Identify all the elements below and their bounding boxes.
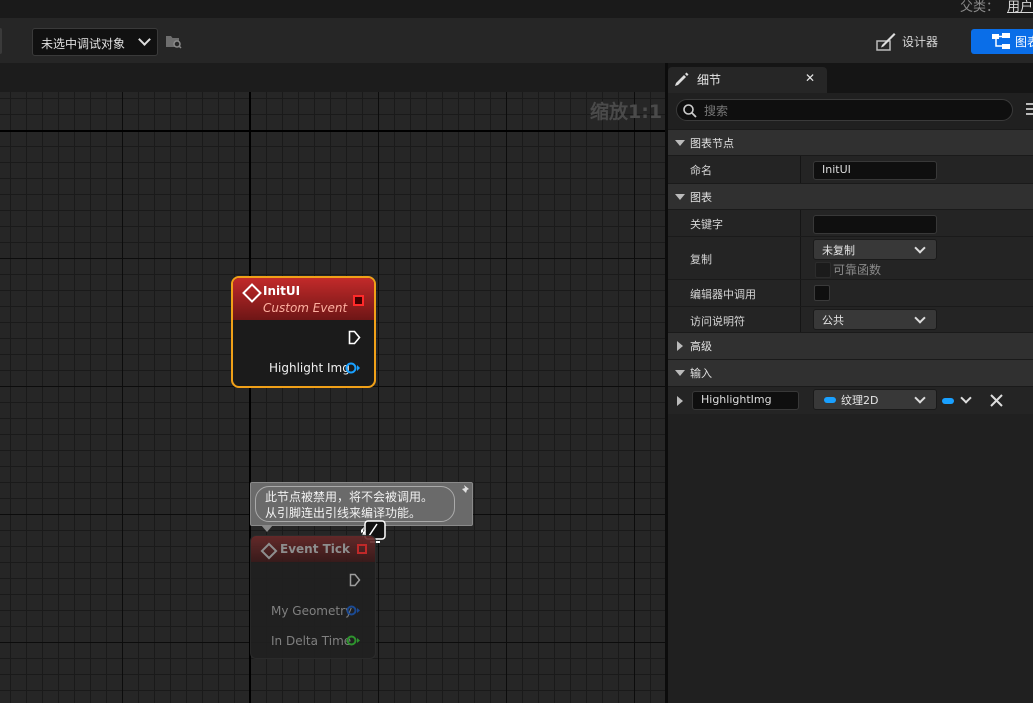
debug-object-label: 未选中调试对象 — [41, 37, 126, 51]
node-title: InitUI — [263, 284, 301, 298]
title-strip — [0, 0, 1033, 18]
node-title: Event Tick — [280, 542, 351, 556]
designer-label: 设计器 — [902, 35, 939, 49]
exec-out-pin-icon[interactable] — [349, 573, 361, 587]
field-label: 关键字 — [690, 218, 723, 231]
row-replication: 复制 未复制 可靠函数 — [668, 236, 1033, 279]
property-matrix-icon[interactable] — [1025, 100, 1033, 118]
node-subtitle: Custom Event — [263, 301, 348, 315]
section-label: 输入 — [690, 367, 712, 380]
chevron-down-icon — [914, 312, 926, 324]
parent-class-link[interactable]: 用户 — [1007, 0, 1033, 15]
field-label: 复制 — [690, 253, 712, 266]
tab-title: 细节 — [697, 73, 722, 87]
field-value: 纹理2D — [841, 394, 879, 407]
close-tab-icon[interactable]: ✕ — [805, 71, 815, 85]
column-divider — [800, 210, 801, 236]
float-pin-icon[interactable] — [346, 635, 361, 646]
debug-object-dropdown[interactable]: 未选中调试对象 — [32, 28, 158, 56]
bubble-tail — [261, 525, 273, 532]
collapse-arrow-icon — [675, 194, 685, 200]
field-value: InitUI — [822, 163, 851, 176]
field-value: 未复制 — [822, 244, 855, 257]
column-divider — [800, 307, 801, 333]
designer-icon — [876, 33, 896, 51]
reliable-checkbox[interactable] — [815, 262, 831, 278]
field-label: 访问说明符 — [690, 315, 745, 328]
row-input-param: HighlightImg 纹理2D — [668, 386, 1033, 414]
expand-arrow-icon — [677, 341, 683, 351]
pin-label-delta-time: In Delta Time — [271, 634, 352, 648]
section-label: 图表节点 — [690, 137, 734, 150]
graph-nodes-icon — [992, 33, 1010, 49]
object-pin-icon[interactable] — [345, 362, 361, 374]
collapse-arrow-icon — [675, 140, 685, 146]
object-type-icon — [824, 397, 836, 403]
comment-line-1: 此节点被禁用，将不会被调用。 — [265, 490, 434, 504]
pin-label: Highlight Img — [269, 361, 350, 375]
delegate-pin-icon[interactable] — [353, 295, 364, 306]
chevron-down-icon — [914, 242, 926, 254]
section-advanced[interactable]: 高级 — [668, 332, 1033, 359]
single-container-icon — [942, 398, 954, 404]
field-value: HighlightImg — [701, 393, 772, 406]
chevron-down-icon — [914, 392, 926, 404]
row-name: 命名 InitUI — [668, 155, 1033, 183]
call-in-editor-checkbox[interactable] — [814, 285, 830, 301]
row-access-specifier: 访问说明符 公共 — [668, 306, 1033, 333]
column-divider — [800, 156, 801, 183]
struct-pin-icon[interactable] — [346, 605, 361, 616]
parent-class-label: 父类： — [959, 0, 999, 15]
container-type-dropdown[interactable] — [942, 392, 974, 409]
field-label: 命名 — [690, 164, 712, 177]
chevron-down-icon — [960, 392, 972, 404]
section-label: 图表 — [690, 191, 712, 204]
section-graph[interactable]: 图表 — [668, 183, 1033, 209]
collapse-arrow-icon — [675, 370, 685, 376]
graph-origin-axis-horizontal — [0, 130, 665, 132]
toolbar-left-button[interactable] — [0, 28, 2, 54]
zoom-label: 缩放1:1 — [590, 101, 663, 123]
initui-custom-event-node[interactable]: InitUI Custom Event Highlight Img — [231, 276, 376, 388]
column-divider — [800, 280, 801, 306]
graph-mode-button[interactable]: 图表 — [971, 29, 1033, 54]
tab-details[interactable]: 细节 ✕ — [668, 67, 827, 93]
pin-comment-icon[interactable] — [459, 485, 469, 495]
section-label: 高级 — [690, 340, 712, 353]
search-placeholder: 搜索 — [704, 104, 729, 118]
delegate-pin-icon[interactable] — [357, 544, 367, 554]
replication-dropdown[interactable]: 未复制 — [813, 239, 937, 260]
access-specifier-dropdown[interactable]: 公共 — [813, 309, 937, 330]
pencil-icon — [675, 72, 689, 86]
pin-label-geometry: My Geometry — [271, 604, 353, 618]
section-inputs[interactable]: 输入 — [668, 359, 1033, 386]
search-icon — [683, 104, 697, 118]
browse-folder-icon[interactable] — [165, 34, 182, 49]
chevron-down-icon — [138, 33, 151, 46]
graph-label: 图表 — [1015, 35, 1033, 49]
reliable-label: 可靠函数 — [833, 263, 882, 277]
row-call-in-editor: 编辑器中调用 — [668, 279, 1033, 306]
details-search-input[interactable]: 搜索 — [676, 99, 1013, 121]
node-name-input[interactable]: InitUI — [813, 161, 937, 180]
column-divider — [800, 237, 801, 279]
field-value: 公共 — [822, 314, 844, 327]
section-graph-node[interactable]: 图表节点 — [668, 129, 1033, 155]
graph-breadcrumb-bar — [0, 63, 665, 92]
comment-line-2: 从引脚连出引线来编译功能。 — [265, 506, 422, 520]
remove-input-icon[interactable] — [990, 394, 1003, 407]
input-type-dropdown[interactable]: 纹理2D — [813, 389, 937, 410]
expand-arrow-icon[interactable] — [677, 396, 683, 406]
keywords-input[interactable] — [813, 215, 937, 234]
event-tick-node[interactable]: Event Tick My Geometry In Delta Time — [250, 535, 376, 659]
field-label: 编辑器中调用 — [690, 288, 756, 301]
exec-out-pin-icon[interactable] — [348, 330, 361, 345]
input-name-field[interactable]: HighlightImg — [692, 391, 799, 410]
row-keywords: 关键字 — [668, 209, 1033, 236]
